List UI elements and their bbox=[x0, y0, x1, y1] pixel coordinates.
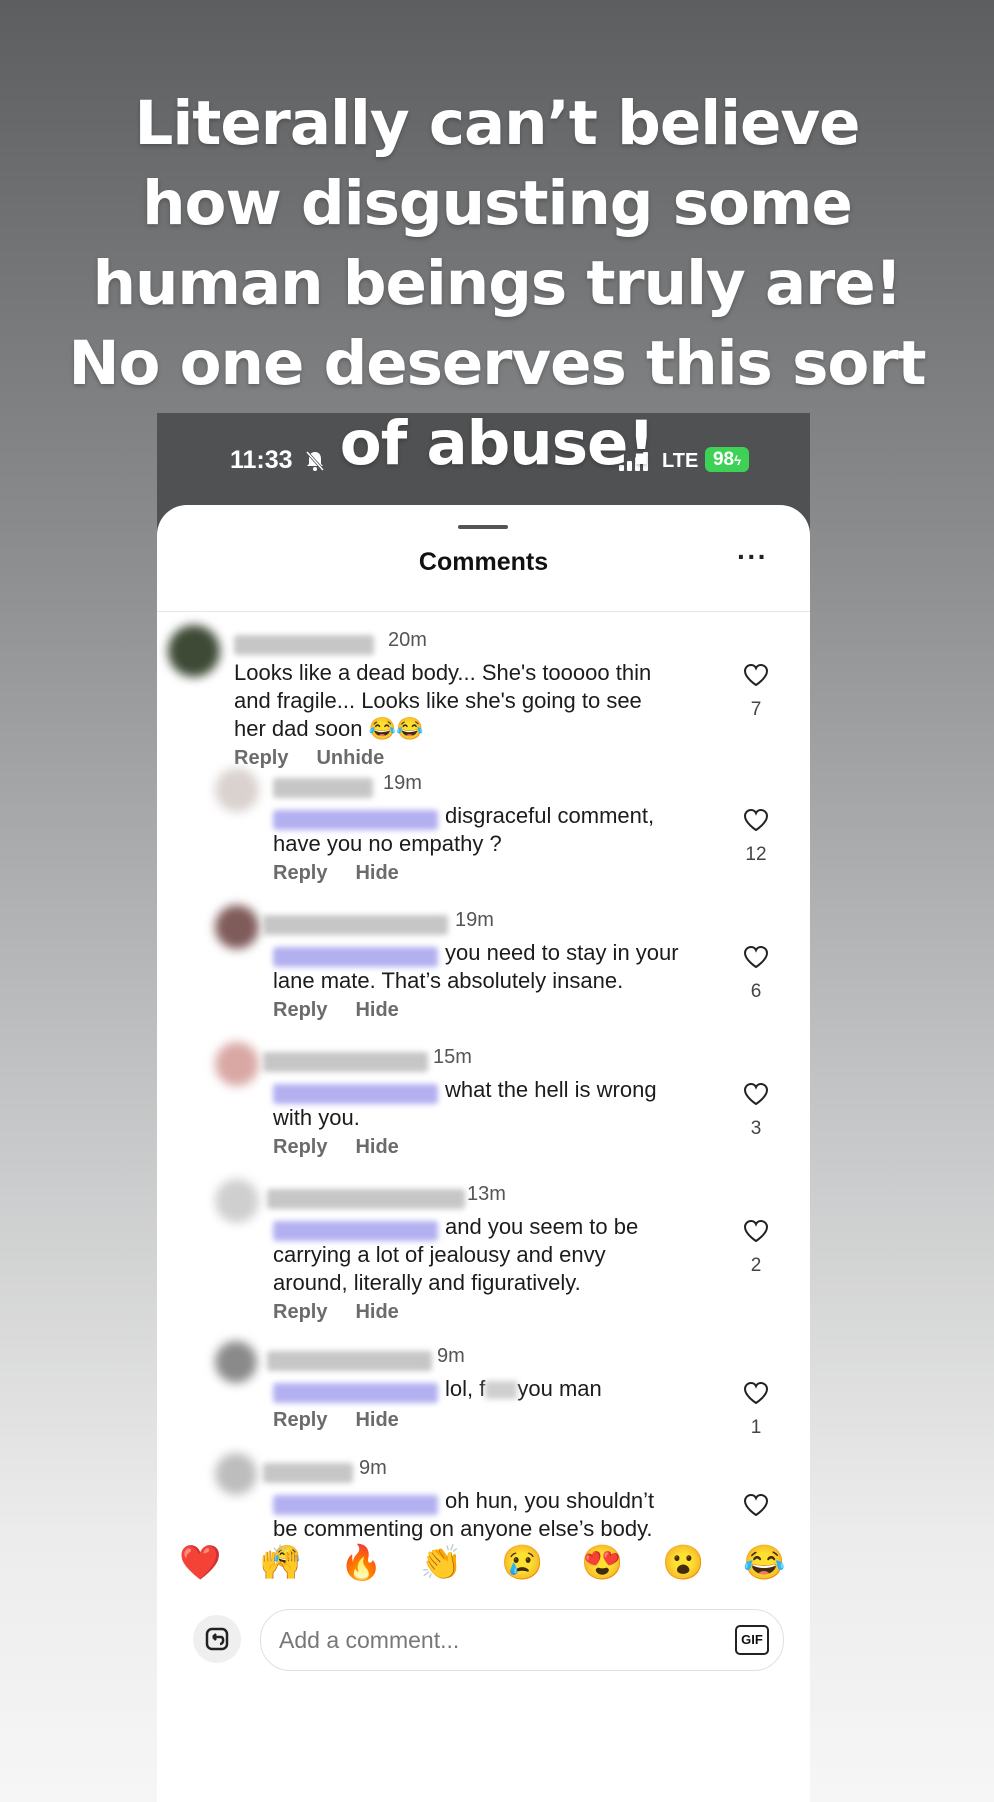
username-blurred[interactable] bbox=[267, 1189, 465, 1209]
heart-icon[interactable] bbox=[743, 1219, 769, 1243]
hide-button[interactable]: Hide bbox=[355, 1409, 398, 1431]
comment-text-part: you man bbox=[517, 1376, 602, 1401]
comment-composer: Add a comment... GIF bbox=[157, 1595, 810, 1685]
reply-button[interactable]: Reply bbox=[273, 1301, 327, 1323]
headline-line: No one deserves this sort bbox=[68, 328, 926, 399]
reply-button[interactable]: Reply bbox=[273, 1136, 327, 1158]
like-count: 7 bbox=[750, 699, 762, 720]
drag-handle[interactable] bbox=[458, 525, 508, 529]
like-count: 6 bbox=[750, 981, 762, 1002]
censored-word bbox=[485, 1381, 518, 1400]
comment-time: 19m bbox=[383, 772, 422, 794]
comment-text: disgraceful comment, have you no empathy… bbox=[273, 803, 655, 856]
comment-actions: Reply Hide bbox=[273, 1409, 427, 1432]
comment-item: 19m disgraceful comment, have you no emp… bbox=[215, 768, 805, 898]
like-count: 2 bbox=[750, 1255, 762, 1276]
hide-button[interactable]: Hide bbox=[355, 1301, 398, 1323]
comments-sheet: Comments ··· 20m Looks like a dead body.… bbox=[157, 505, 810, 1802]
comment-time: 9m bbox=[359, 1457, 387, 1479]
comment-time: 13m bbox=[467, 1183, 506, 1205]
heart-icon[interactable] bbox=[743, 1381, 769, 1405]
reply-button[interactable]: Reply bbox=[273, 999, 327, 1021]
more-options-icon[interactable]: ··· bbox=[737, 541, 768, 573]
like-count: 3 bbox=[750, 1118, 762, 1139]
reply-button[interactable]: Reply bbox=[273, 1409, 327, 1431]
emoji-surprised[interactable]: 😮 bbox=[662, 1543, 704, 1583]
avatar[interactable] bbox=[215, 1453, 257, 1495]
username-blurred[interactable] bbox=[273, 778, 373, 798]
comment-item: 20m Looks like a dead body... She's tooo… bbox=[168, 625, 808, 775]
emoji-crying[interactable]: 😢 bbox=[501, 1543, 543, 1583]
story-headline: Literally can’t believe how disgusting s… bbox=[0, 84, 994, 484]
comment-time: 15m bbox=[433, 1046, 472, 1068]
headline-line: Literally can’t believe bbox=[134, 88, 860, 159]
return-arrow-icon bbox=[205, 1627, 229, 1651]
hide-button[interactable]: Hide bbox=[355, 999, 398, 1021]
avatar[interactable] bbox=[215, 1341, 257, 1383]
username-blurred[interactable] bbox=[263, 915, 448, 935]
share-reply-button[interactable] bbox=[193, 1615, 241, 1663]
comment-time: 19m bbox=[455, 909, 494, 931]
comment-time: 9m bbox=[437, 1345, 465, 1367]
avatar[interactable] bbox=[215, 768, 259, 812]
comment-text: Looks like a dead body... She's tooooo t… bbox=[234, 660, 652, 741]
headline-line: how disgusting some bbox=[142, 168, 853, 239]
comment-text: you need to stay in your lane mate. That… bbox=[273, 940, 679, 993]
comment-item: 19m you need to stay in your lane mate. … bbox=[215, 905, 805, 1035]
comment-time: 20m bbox=[388, 629, 427, 651]
avatar[interactable] bbox=[215, 905, 259, 949]
heart-icon[interactable] bbox=[743, 945, 769, 969]
reply-button[interactable]: Reply bbox=[273, 862, 327, 884]
emoji-heart[interactable]: ❤️ bbox=[179, 1543, 221, 1583]
username-blurred[interactable] bbox=[234, 635, 374, 655]
divider bbox=[157, 611, 810, 612]
like-count: 12 bbox=[745, 844, 767, 865]
reply-button[interactable]: Reply bbox=[234, 747, 288, 769]
username-blurred[interactable] bbox=[263, 1052, 428, 1072]
sheet-title: Comments bbox=[418, 548, 549, 576]
comment-item: 15m what the hell is wrong with you. Rep… bbox=[215, 1042, 805, 1172]
comment-text: what the hell is wrong with you. bbox=[273, 1077, 657, 1130]
comment-input[interactable]: Add a comment... GIF bbox=[260, 1609, 784, 1671]
headline-line: human beings truly are! bbox=[92, 248, 903, 319]
heart-icon[interactable] bbox=[743, 1082, 769, 1106]
hide-button[interactable]: Hide bbox=[355, 1136, 398, 1158]
like-count: 1 bbox=[750, 1417, 762, 1438]
emoji-clap[interactable]: 👏 bbox=[420, 1543, 462, 1583]
gif-button[interactable]: GIF bbox=[735, 1625, 769, 1655]
emoji-fire[interactable]: 🔥 bbox=[340, 1543, 382, 1583]
emoji-laughing[interactable]: 😂 bbox=[743, 1543, 785, 1583]
hide-button[interactable]: Hide bbox=[355, 862, 398, 884]
comment-item: 9m lol, f you man Reply Hide 1 bbox=[215, 1341, 805, 1451]
comment-actions: Reply Unhide bbox=[234, 747, 412, 770]
comment-actions: Reply Hide bbox=[273, 1301, 427, 1324]
heart-icon[interactable] bbox=[743, 1493, 769, 1517]
comment-actions: Reply Hide bbox=[273, 999, 427, 1022]
comment-input-placeholder: Add a comment... bbox=[279, 1627, 460, 1653]
comment-text-part: lol, f bbox=[445, 1376, 486, 1401]
comment-actions: Reply Hide bbox=[273, 1136, 427, 1159]
headline-line: of abuse! bbox=[339, 408, 655, 479]
username-blurred[interactable] bbox=[267, 1351, 432, 1371]
heart-icon[interactable] bbox=[743, 663, 769, 687]
emoji-heart-eyes[interactable]: 😍 bbox=[581, 1543, 623, 1583]
emoji-reaction-bar: ❤️ 🙌 🔥 👏 😢 😍 😮 😂 bbox=[157, 1543, 810, 1593]
heart-icon[interactable] bbox=[743, 808, 769, 832]
comment-text: and you seem to be carrying a lot of jea… bbox=[273, 1214, 639, 1295]
emoji-raised-hands[interactable]: 🙌 bbox=[259, 1543, 301, 1583]
comment-text: lol, f you man bbox=[273, 1375, 703, 1403]
avatar[interactable] bbox=[168, 625, 220, 677]
comment-actions: Reply Hide bbox=[273, 862, 427, 885]
comment-item: 13m and you seem to be carrying a lot of… bbox=[215, 1179, 805, 1339]
unhide-button[interactable]: Unhide bbox=[316, 747, 384, 769]
username-blurred[interactable] bbox=[263, 1463, 353, 1483]
phone-screenshot: 11:33 LTE 98ϟ Comments ··· 20m Looks lik… bbox=[157, 413, 810, 1802]
avatar[interactable] bbox=[215, 1179, 259, 1223]
avatar[interactable] bbox=[215, 1042, 259, 1086]
